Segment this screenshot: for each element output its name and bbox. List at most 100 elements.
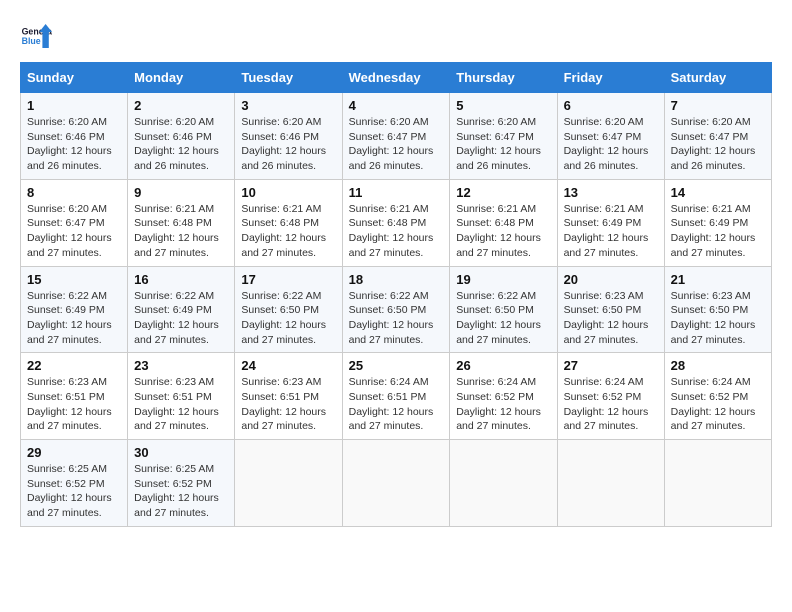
calendar-cell: 28 Sunrise: 6:24 AMSunset: 6:52 PMDayligh… [664,353,771,440]
day-number: 5 [456,98,550,113]
calendar-cell: 16 Sunrise: 6:22 AMSunset: 6:49 PMDayligh… [128,266,235,353]
day-number: 10 [241,185,335,200]
day-info: Sunrise: 6:22 AMSunset: 6:50 PMDaylight:… [456,289,550,348]
column-header-wednesday: Wednesday [342,63,450,93]
day-number: 23 [134,358,228,373]
day-info: Sunrise: 6:21 AMSunset: 6:48 PMDaylight:… [241,202,335,261]
day-number: 25 [349,358,444,373]
calendar-cell: 4Sunrise: 6:20 AMSunset: 6:47 PMDaylight… [342,93,450,180]
calendar-cell: 24Sunrise: 6:23 AMSunset: 6:51 PMDayligh… [235,353,342,440]
week-row-4: 22 Sunrise: 6:23 AMSunset: 6:51 PMDayligh… [21,353,772,440]
day-info: Sunrise: 6:20 AMSunset: 6:46 PMDaylight:… [27,115,121,174]
day-info: Sunrise: 6:24 AMSunset: 6:52 PMDaylight:… [564,375,658,434]
week-row-1: 1 Sunrise: 6:20 AMSunset: 6:46 PMDaylight… [21,93,772,180]
day-info: Sunrise: 6:20 AMSunset: 6:47 PMDaylight:… [27,202,121,261]
day-info: Sunrise: 6:23 AMSunset: 6:50 PMDaylight:… [564,289,658,348]
calendar-cell: 10 Sunrise: 6:21 AMSunset: 6:48 PMDayligh… [235,179,342,266]
day-number: 27 [564,358,658,373]
calendar-cell: 14 Sunrise: 6:21 AMSunset: 6:49 PMDayligh… [664,179,771,266]
day-info: Sunrise: 6:22 AMSunset: 6:50 PMDaylight:… [241,289,335,348]
day-number: 24 [241,358,335,373]
day-info: Sunrise: 6:22 AMSunset: 6:49 PMDaylight:… [134,289,228,348]
logo-icon: General Blue [20,20,52,52]
calendar-cell: 19 Sunrise: 6:22 AMSunset: 6:50 PMDayligh… [450,266,557,353]
week-row-2: 8 Sunrise: 6:20 AMSunset: 6:47 PMDaylight… [21,179,772,266]
column-header-friday: Friday [557,63,664,93]
calendar-cell: 8 Sunrise: 6:20 AMSunset: 6:47 PMDaylight… [21,179,128,266]
calendar-cell: 27 Sunrise: 6:24 AMSunset: 6:52 PMDayligh… [557,353,664,440]
day-number: 1 [27,98,121,113]
calendar-cell: 3Sunrise: 6:20 AMSunset: 6:46 PMDaylight… [235,93,342,180]
day-number: 17 [241,272,335,287]
calendar-cell [557,440,664,527]
day-number: 8 [27,185,121,200]
day-info: Sunrise: 6:22 AMSunset: 6:49 PMDaylight:… [27,289,121,348]
day-info: Sunrise: 6:20 AMSunset: 6:47 PMDaylight:… [671,115,765,174]
svg-text:Blue: Blue [22,36,41,46]
calendar-cell [235,440,342,527]
day-info: Sunrise: 6:21 AMSunset: 6:49 PMDaylight:… [671,202,765,261]
calendar-cell: 1 Sunrise: 6:20 AMSunset: 6:46 PMDaylight… [21,93,128,180]
calendar-cell: 7 Sunrise: 6:20 AMSunset: 6:47 PMDaylight… [664,93,771,180]
week-row-5: 29 Sunrise: 6:25 AMSunset: 6:52 PMDayligh… [21,440,772,527]
column-header-thursday: Thursday [450,63,557,93]
day-number: 30 [134,445,228,460]
calendar-cell: 11 Sunrise: 6:21 AMSunset: 6:48 PMDayligh… [342,179,450,266]
calendar-cell [664,440,771,527]
day-info: Sunrise: 6:20 AMSunset: 6:47 PMDaylight:… [564,115,658,174]
calendar-cell: 5 Sunrise: 6:20 AMSunset: 6:47 PMDaylight… [450,93,557,180]
day-number: 19 [456,272,550,287]
calendar-header-row: SundayMondayTuesdayWednesdayThursdayFrid… [21,63,772,93]
day-number: 20 [564,272,658,287]
logo: General Blue [20,20,52,52]
day-number: 21 [671,272,765,287]
column-header-sunday: Sunday [21,63,128,93]
calendar-cell: 17 Sunrise: 6:22 AMSunset: 6:50 PMDayligh… [235,266,342,353]
day-info: Sunrise: 6:20 AMSunset: 6:47 PMDaylight:… [456,115,550,174]
day-number: 7 [671,98,765,113]
day-info: Sunrise: 6:21 AMSunset: 6:48 PMDaylight:… [349,202,444,261]
day-number: 18 [349,272,444,287]
calendar-cell: 25 Sunrise: 6:24 AMSunset: 6:51 PMDayligh… [342,353,450,440]
day-number: 14 [671,185,765,200]
day-info: Sunrise: 6:24 AMSunset: 6:51 PMDaylight:… [349,375,444,434]
calendar-cell: 23 Sunrise: 6:23 AMSunset: 6:51 PMDayligh… [128,353,235,440]
day-info: Sunrise: 6:21 AMSunset: 6:48 PMDaylight:… [134,202,228,261]
day-info: Sunrise: 6:25 AMSunset: 6:52 PMDaylight:… [27,462,121,521]
day-number: 6 [564,98,658,113]
column-header-saturday: Saturday [664,63,771,93]
day-info: Sunrise: 6:21 AMSunset: 6:49 PMDaylight:… [564,202,658,261]
day-number: 28 [671,358,765,373]
day-info: Sunrise: 6:23 AMSunset: 6:51 PMDaylight:… [27,375,121,434]
calendar-cell: 30 Sunrise: 6:25 AMSunset: 6:52 PMDayligh… [128,440,235,527]
day-number: 9 [134,185,228,200]
calendar-cell: 29 Sunrise: 6:25 AMSunset: 6:52 PMDayligh… [21,440,128,527]
day-number: 4 [349,98,444,113]
calendar-cell: 13Sunrise: 6:21 AMSunset: 6:49 PMDayligh… [557,179,664,266]
calendar-cell: 9 Sunrise: 6:21 AMSunset: 6:48 PMDaylight… [128,179,235,266]
day-info: Sunrise: 6:25 AMSunset: 6:52 PMDaylight:… [134,462,228,521]
column-header-monday: Monday [128,63,235,93]
calendar-cell: 6 Sunrise: 6:20 AMSunset: 6:47 PMDaylight… [557,93,664,180]
day-info: Sunrise: 6:20 AMSunset: 6:46 PMDaylight:… [241,115,335,174]
day-number: 16 [134,272,228,287]
page-header: General Blue [20,20,772,52]
calendar-cell: 12 Sunrise: 6:21 AMSunset: 6:48 PMDayligh… [450,179,557,266]
calendar-cell [342,440,450,527]
day-info: Sunrise: 6:22 AMSunset: 6:50 PMDaylight:… [349,289,444,348]
calendar-cell: 2Sunrise: 6:20 AMSunset: 6:46 PMDaylight… [128,93,235,180]
day-info: Sunrise: 6:21 AMSunset: 6:48 PMDaylight:… [456,202,550,261]
day-info: Sunrise: 6:24 AMSunset: 6:52 PMDaylight:… [671,375,765,434]
column-header-tuesday: Tuesday [235,63,342,93]
day-info: Sunrise: 6:23 AMSunset: 6:51 PMDaylight:… [134,375,228,434]
day-number: 26 [456,358,550,373]
calendar-cell [450,440,557,527]
calendar-cell: 26Sunrise: 6:24 AMSunset: 6:52 PMDayligh… [450,353,557,440]
calendar-cell: 18 Sunrise: 6:22 AMSunset: 6:50 PMDayligh… [342,266,450,353]
day-number: 12 [456,185,550,200]
day-info: Sunrise: 6:20 AMSunset: 6:46 PMDaylight:… [134,115,228,174]
day-number: 29 [27,445,121,460]
day-number: 22 [27,358,121,373]
calendar-cell: 20 Sunrise: 6:23 AMSunset: 6:50 PMDayligh… [557,266,664,353]
day-number: 11 [349,185,444,200]
